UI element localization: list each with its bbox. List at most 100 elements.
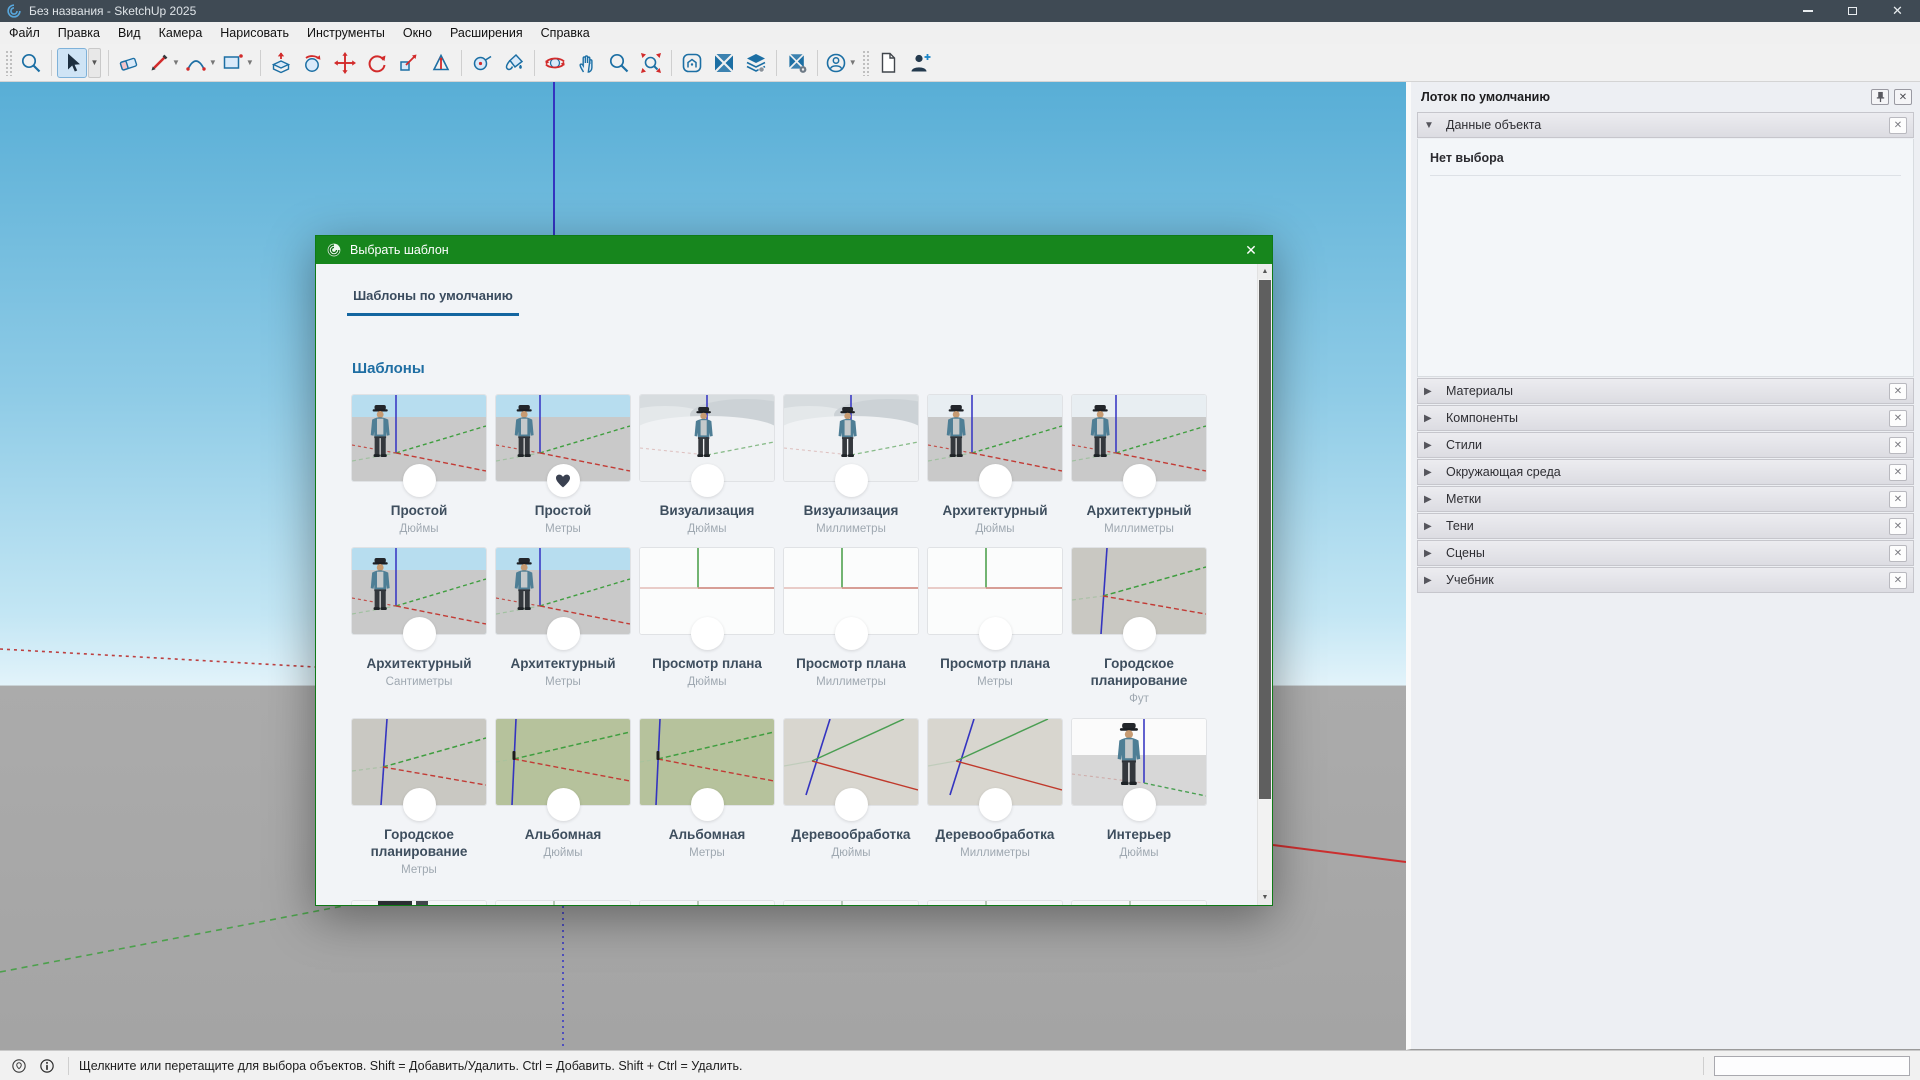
template-card[interactable]: ВизуализацияДюймы	[640, 395, 774, 535]
template-card[interactable]: Городское планированиеМетры	[352, 719, 486, 876]
info-icon[interactable]	[38, 1057, 56, 1075]
dialog-close-icon[interactable]: ✕	[1240, 242, 1262, 259]
menu-view[interactable]: Вид	[109, 22, 150, 44]
scrollbar-thumb[interactable]	[1259, 280, 1271, 799]
section-close-icon[interactable]: ✕	[1889, 491, 1907, 508]
menu-window[interactable]: Окно	[394, 22, 441, 44]
section-close-icon[interactable]: ✕	[1889, 383, 1907, 400]
tray-section-entity-info[interactable]: ▼ Данные объекта ✕	[1417, 112, 1914, 138]
template-card-partial[interactable]	[352, 901, 486, 905]
section-close-icon[interactable]: ✕	[1889, 545, 1907, 562]
tray-section-shadows[interactable]: ▶Тени✕	[1417, 513, 1914, 539]
eraser-tool[interactable]	[114, 48, 144, 78]
chevron-down-icon[interactable]: ▼	[246, 58, 254, 67]
menu-extensions[interactable]: Расширения	[441, 22, 532, 44]
zoom-extents-tool[interactable]	[636, 48, 666, 78]
template-card[interactable]: АльбомнаяДюймы	[496, 719, 630, 859]
extension-manager[interactable]	[782, 48, 812, 78]
orbit-tool[interactable]	[540, 48, 570, 78]
template-card[interactable]: ВизуализацияМиллиметры	[784, 395, 918, 535]
template-card[interactable]: АрхитектурныйДюймы	[928, 395, 1062, 535]
tray-section-scenes[interactable]: ▶Сцены✕	[1417, 540, 1914, 566]
new-file[interactable]	[873, 48, 903, 78]
favorite-toggle[interactable]	[547, 788, 580, 821]
tray-section-styles[interactable]: ▶Стили✕	[1417, 432, 1914, 458]
geolocation-icon[interactable]	[10, 1057, 28, 1075]
template-card[interactable]: АрхитектурныйСантиметры	[352, 548, 486, 688]
menu-file[interactable]: Файл	[0, 22, 49, 44]
template-card-partial[interactable]	[784, 901, 918, 905]
tray-section-materials[interactable]: ▶Материалы✕	[1417, 378, 1914, 404]
add-collaborator[interactable]	[905, 48, 935, 78]
toolbar-grip-handle[interactable]	[5, 50, 12, 76]
zoom-tool[interactable]	[604, 48, 634, 78]
menu-camera[interactable]: Камера	[150, 22, 212, 44]
menu-help[interactable]: Справка	[532, 22, 599, 44]
scroll-down-icon[interactable]: ▼	[1258, 890, 1272, 905]
favorite-toggle[interactable]	[403, 464, 436, 497]
line-tool[interactable]: ▼	[146, 48, 181, 78]
template-card-partial[interactable]	[928, 901, 1062, 905]
extension-warehouse[interactable]	[709, 48, 739, 78]
push-pull-tool[interactable]	[266, 48, 296, 78]
section-close-icon[interactable]: ✕	[1889, 518, 1907, 535]
template-card[interactable]: ПростойДюймы	[352, 395, 486, 535]
template-card-partial[interactable]	[496, 901, 630, 905]
select-tool[interactable]	[57, 48, 87, 78]
section-close-icon[interactable]: ✕	[1889, 410, 1907, 427]
toolbar-grip-handle[interactable]	[862, 50, 869, 76]
tray-section-environment[interactable]: ▶Окружающая среда✕	[1417, 459, 1914, 485]
favorite-toggle[interactable]	[547, 617, 580, 650]
template-card-partial[interactable]	[1072, 901, 1206, 905]
favorite-toggle[interactable]	[835, 788, 868, 821]
arc-tool[interactable]: ▼	[183, 48, 218, 78]
chevron-down-icon[interactable]: ▼	[172, 58, 180, 67]
measurements-input[interactable]	[1714, 1056, 1910, 1076]
template-card[interactable]: Просмотр планаДюймы	[640, 548, 774, 688]
menu-edit[interactable]: Правка	[49, 22, 109, 44]
template-card[interactable]: ДеревообработкаМиллиметры	[928, 719, 1062, 859]
template-card[interactable]: АрхитектурныйМиллиметры	[1072, 395, 1206, 535]
section-close-icon[interactable]: ✕	[1889, 572, 1907, 589]
template-card[interactable]: ДеревообработкаДюймы	[784, 719, 918, 859]
template-card[interactable]: АльбомнаяМетры	[640, 719, 774, 859]
zoom-window-tool[interactable]	[16, 48, 46, 78]
styles-stack[interactable]	[741, 48, 771, 78]
tray-section-tutorial[interactable]: ▶Учебник✕	[1417, 567, 1914, 593]
template-card[interactable]: Городское планированиеФут	[1072, 548, 1206, 705]
favorite-toggle[interactable]	[1123, 464, 1156, 497]
rotate-tool[interactable]	[362, 48, 392, 78]
favorite-toggle[interactable]	[547, 464, 580, 497]
menu-draw[interactable]: Нарисовать	[211, 22, 298, 44]
scale-tool[interactable]	[394, 48, 424, 78]
favorite-toggle[interactable]	[979, 464, 1012, 497]
pan-tool[interactable]	[572, 48, 602, 78]
favorite-toggle[interactable]	[691, 617, 724, 650]
minimize-button[interactable]	[1785, 0, 1830, 22]
template-card[interactable]: Просмотр планаМиллиметры	[784, 548, 918, 688]
close-button[interactable]: ✕	[1875, 0, 1920, 22]
favorite-toggle[interactable]	[979, 788, 1012, 821]
favorite-toggle[interactable]	[979, 617, 1012, 650]
template-card[interactable]: ПростойМетры	[496, 395, 630, 535]
section-close-icon[interactable]: ✕	[1889, 437, 1907, 454]
favorite-toggle[interactable]	[835, 464, 868, 497]
template-card[interactable]: АрхитектурныйМетры	[496, 548, 630, 688]
template-card[interactable]: Просмотр планаМетры	[928, 548, 1062, 688]
favorite-toggle[interactable]	[835, 617, 868, 650]
follow-me-tool[interactable]	[298, 48, 328, 78]
menu-tools[interactable]: Инструменты	[298, 22, 394, 44]
scroll-up-icon[interactable]: ▲	[1258, 264, 1272, 279]
offset-tool[interactable]	[426, 48, 456, 78]
dialog-scrollbar[interactable]: ▲ ▼	[1257, 264, 1272, 905]
chevron-down-icon[interactable]: ▼	[209, 58, 217, 67]
account-menu[interactable]: ▼	[823, 48, 858, 78]
3d-warehouse[interactable]	[677, 48, 707, 78]
maximize-button[interactable]	[1830, 0, 1875, 22]
chevron-down-icon[interactable]: ▼	[849, 58, 857, 67]
favorite-toggle[interactable]	[691, 464, 724, 497]
favorite-toggle[interactable]	[1123, 788, 1156, 821]
tray-close-icon[interactable]: ✕	[1894, 89, 1912, 105]
section-close-icon[interactable]: ✕	[1889, 464, 1907, 481]
move-tool[interactable]	[330, 48, 360, 78]
